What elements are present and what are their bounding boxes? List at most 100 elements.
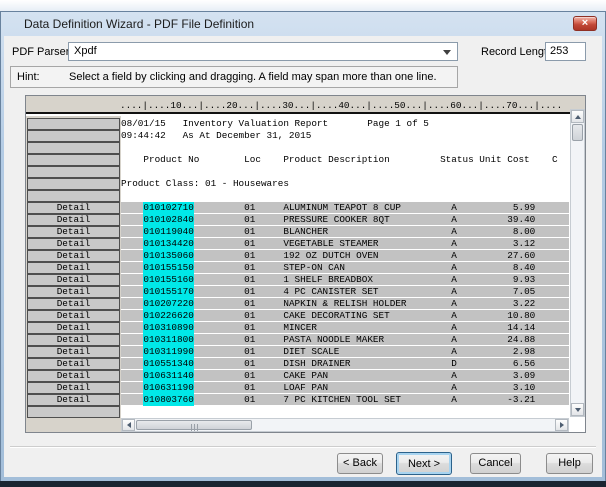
back-button[interactable]: < Back <box>337 453 383 474</box>
window-bottom-edge <box>0 481 606 487</box>
horizontal-scroll-thumb[interactable] <box>136 420 252 430</box>
scroll-right-button[interactable] <box>555 419 568 431</box>
report-line[interactable]: 09:44:42 As At December 31, 2015 <box>121 130 569 142</box>
gutter-cell-empty[interactable] <box>27 178 120 190</box>
detail-row[interactable]: 010803760 01 7 PC KITCHEN TOOL SET A -3.… <box>121 394 569 406</box>
hint-label: Hint: <box>17 71 40 83</box>
product-no-highlight[interactable]: 010155170 <box>143 286 193 298</box>
gutter-cell-detail[interactable]: Detail <box>27 358 120 370</box>
product-no-highlight[interactable]: 010226620 <box>143 310 193 322</box>
detail-row[interactable]: 010310890 01 MINCER A 14.14 <box>121 322 569 334</box>
gutter-cell-detail[interactable]: Detail <box>27 214 120 226</box>
cancel-button[interactable]: Cancel <box>470 453 521 474</box>
gutter-cell-detail[interactable]: Detail <box>27 226 120 238</box>
product-no-highlight[interactable]: 010551340 <box>143 358 193 370</box>
detail-row[interactable]: 010119040 01 BLANCHER A 8.00 <box>121 226 569 238</box>
gutter-cell-empty[interactable] <box>27 142 120 154</box>
detail-row[interactable]: 010102710 01 ALUMINUM TEAPOT 8 CUP A 5.9… <box>121 202 569 214</box>
product-no-highlight[interactable]: 010102840 <box>143 214 193 226</box>
report-line[interactable]: 08/01/15 Inventory Valuation Report Page… <box>121 118 569 130</box>
gutter-cell-detail[interactable]: Detail <box>27 334 120 346</box>
detail-row[interactable]: 010134420 01 VEGETABLE STEAMER A 3.12 <box>121 238 569 250</box>
report-line[interactable] <box>121 166 569 178</box>
detail-row[interactable]: 010311990 01 DIET SCALE A 2.98 <box>121 346 569 358</box>
detail-row[interactable]: 010155160 01 1 SHELF BREADBOX A 9.93 <box>121 274 569 286</box>
close-button[interactable]: × <box>573 16 597 31</box>
product-no-highlight[interactable]: 010631140 <box>143 370 193 382</box>
gutter-cell-detail[interactable]: Detail <box>27 286 120 298</box>
gutter-cell-empty[interactable] <box>27 190 120 202</box>
report-text-area[interactable]: 08/01/15 Inventory Valuation Report Page… <box>121 116 569 418</box>
horizontal-scrollbar[interactable] <box>121 418 569 432</box>
product-no-highlight[interactable]: 010155160 <box>143 274 193 286</box>
window-title: Data Definition Wizard - PDF File Defini… <box>24 17 254 31</box>
ruler-strip: ....|....10...|....20...|....30...|....4… <box>26 96 585 114</box>
hint-text: Select a field by clicking and dragging.… <box>69 71 437 83</box>
arrow-left-icon <box>127 422 131 428</box>
product-no-highlight[interactable]: 010102710 <box>143 202 193 214</box>
arrow-down-icon <box>575 408 581 412</box>
product-no-highlight[interactable]: 010134420 <box>143 238 193 250</box>
record-length-label: Record Length <box>481 46 553 58</box>
gutter-cell-detail[interactable]: Detail <box>27 346 120 358</box>
report-line[interactable]: Product Class: 01 - Housewares <box>121 178 569 190</box>
gutter-cell-detail[interactable]: Detail <box>27 238 120 250</box>
detail-row[interactable]: 010155170 01 4 PC CANISTER SET A 7.05 <box>121 286 569 298</box>
record-length-input[interactable]: 253 <box>545 42 586 61</box>
product-no-highlight[interactable]: 010803760 <box>143 394 193 406</box>
detail-row[interactable]: 010631140 01 CAKE PAN A 3.09 <box>121 370 569 382</box>
gutter-cell-detail[interactable]: Detail <box>27 322 120 334</box>
gutter-cell-detail[interactable]: Detail <box>27 262 120 274</box>
product-no-highlight[interactable]: 010310890 <box>143 322 193 334</box>
detail-row[interactable]: 010226620 01 CAKE DECORATING SET A 10.80 <box>121 310 569 322</box>
gutter-cell-empty[interactable] <box>27 154 120 166</box>
report-line[interactable] <box>121 406 569 418</box>
gutter-cell-detail[interactable]: Detail <box>27 382 120 394</box>
detail-row[interactable]: 010155150 01 STEP-ON CAN A 8.40 <box>121 262 569 274</box>
detail-row[interactable]: 010631190 01 LOAF PAN A 3.10 <box>121 382 569 394</box>
product-no-highlight[interactable]: 010311800 <box>143 334 193 346</box>
column-ruler: ....|....10...|....20...|....30...|....4… <box>120 100 562 111</box>
gutter-cell-detail[interactable]: Detail <box>27 370 120 382</box>
product-no-highlight[interactable]: 010631190 <box>143 382 193 394</box>
gutter-cell-empty[interactable] <box>27 118 120 130</box>
detail-row[interactable]: 010135060 01 192 OZ DUTCH OVEN A 27.60 <box>121 250 569 262</box>
detail-row[interactable]: 010207220 01 NAPKIN & RELISH HOLDER A 3.… <box>121 298 569 310</box>
footer-separator <box>10 446 596 448</box>
window-outer-edge <box>0 0 606 11</box>
product-no-highlight[interactable]: 010207220 <box>143 298 193 310</box>
pdf-preview-panel: ....|....10...|....20...|....30...|....4… <box>25 95 586 433</box>
detail-row[interactable]: 010551340 01 DISH DRAINER D 6.56 <box>121 358 569 370</box>
report-line[interactable]: Product No Loc Product Description Statu… <box>121 154 569 166</box>
product-no-highlight[interactable]: 010135060 <box>143 250 193 262</box>
gutter-cell-detail[interactable]: Detail <box>27 394 120 406</box>
gutter-cell-detail[interactable]: Detail <box>27 310 120 322</box>
arrow-right-icon <box>560 422 564 428</box>
report-line[interactable] <box>121 190 569 202</box>
detail-row[interactable]: 010311800 01 PASTA NOODLE MAKER A 24.88 <box>121 334 569 346</box>
product-no-highlight[interactable]: 010119040 <box>143 226 193 238</box>
gutter-cell-detail[interactable]: Detail <box>27 250 120 262</box>
help-button[interactable]: Help <box>546 453 593 474</box>
next-button[interactable]: Next > <box>396 452 452 475</box>
gutter-cell-detail[interactable]: Detail <box>27 298 120 310</box>
detail-row[interactable]: 010102840 01 PRESSURE COOKER 8QT A 39.40 <box>121 214 569 226</box>
hint-box: Hint: Select a field by clicking and dra… <box>10 66 458 88</box>
gutter-cell-empty[interactable] <box>27 406 120 418</box>
gutter-cell-detail[interactable]: Detail <box>27 274 120 286</box>
scroll-up-button[interactable] <box>571 110 584 123</box>
pdf-parser-select[interactable]: Xpdf <box>68 42 458 61</box>
thumb-grip-icon <box>191 424 198 431</box>
product-no-highlight[interactable]: 010155150 <box>143 262 193 274</box>
scroll-left-button[interactable] <box>122 419 135 431</box>
vertical-scrollbar[interactable] <box>570 109 585 417</box>
gutter-cell-empty[interactable] <box>27 130 120 142</box>
product-no-highlight[interactable]: 010311990 <box>143 346 193 358</box>
report-line[interactable] <box>121 142 569 154</box>
pdf-parser-selected-value: Xpdf <box>74 45 97 57</box>
gutter-cell-detail[interactable]: Detail <box>27 202 120 214</box>
scroll-down-button[interactable] <box>571 403 584 416</box>
gutter-cell-empty[interactable] <box>27 166 120 178</box>
row-type-gutter: DetailDetailDetailDetailDetailDetailDeta… <box>26 116 121 432</box>
vertical-scroll-thumb[interactable] <box>572 124 583 141</box>
